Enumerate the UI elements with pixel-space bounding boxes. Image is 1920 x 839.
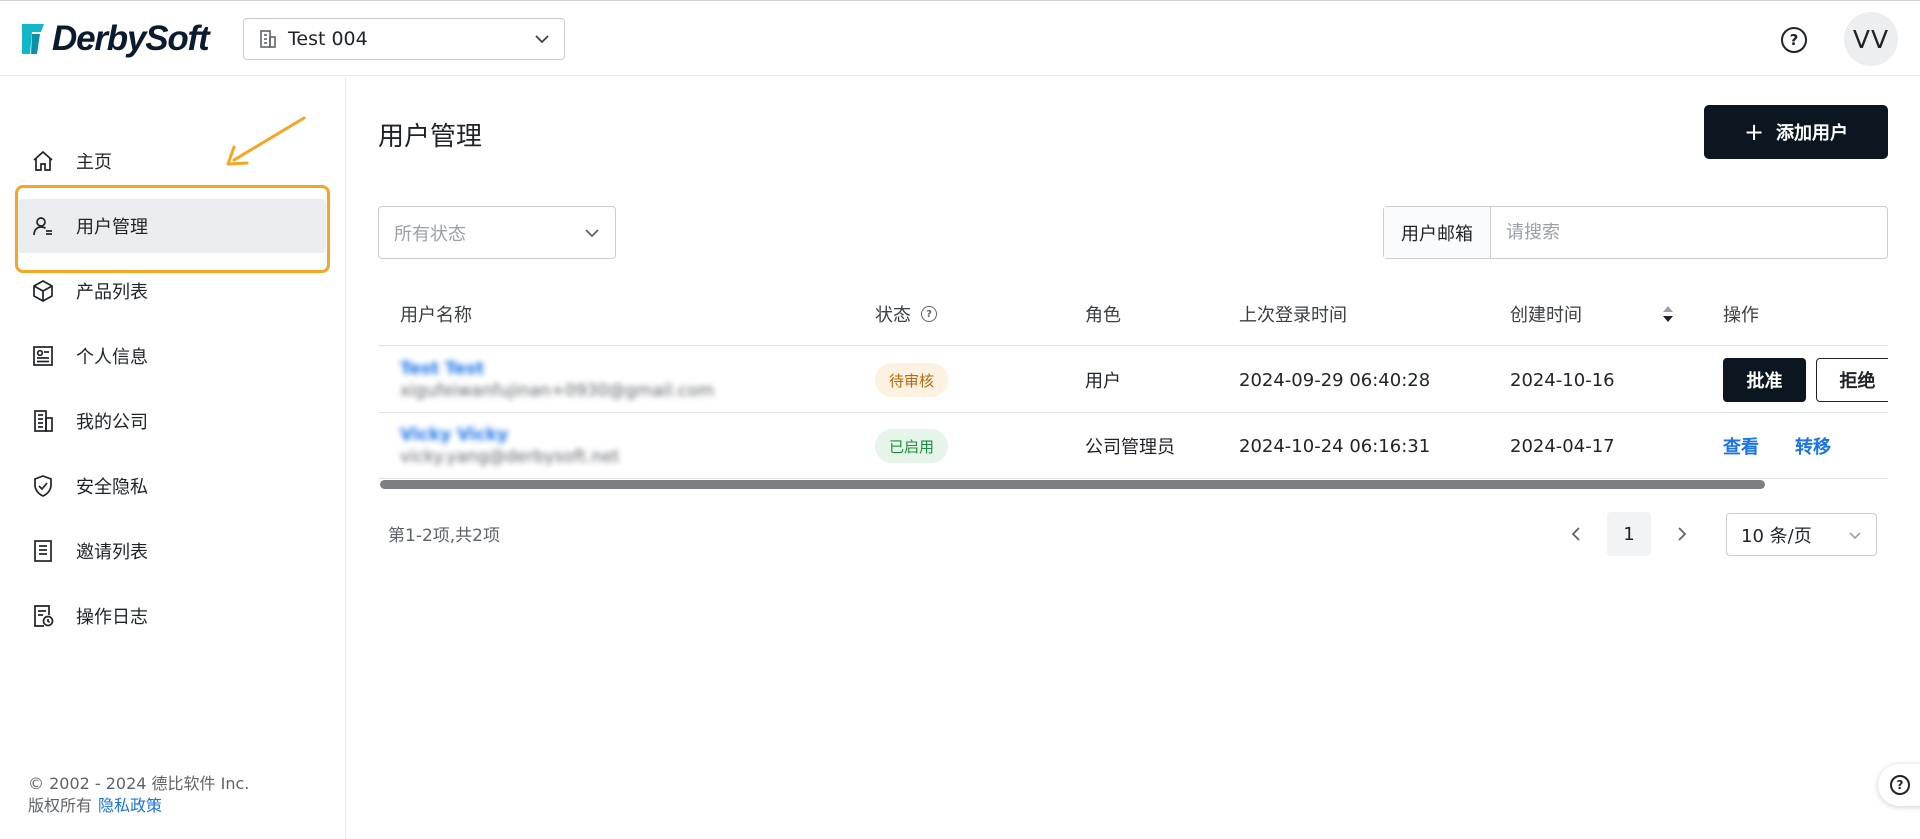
table-horizontal-scrollbar[interactable] (380, 480, 1765, 489)
chevron-left-icon[interactable] (1564, 520, 1588, 548)
home-icon (30, 148, 56, 174)
search-input[interactable] (1491, 207, 1887, 258)
column-header-name: 用户名称 (400, 305, 472, 326)
sidebar-item-label: 用户管理 (76, 217, 148, 238)
help-icon[interactable]: ? (921, 306, 937, 322)
column-header-created[interactable]: 创建时间 (1510, 282, 1582, 346)
users-table: 用户名称 状态 ? 角色 上次登录时间 创建时间 操作 Test Test xi… (378, 282, 1888, 488)
floating-help-button[interactable]: ? (1878, 764, 1920, 806)
last-login-cell: 2024-10-24 06:16:31 (1239, 435, 1431, 457)
actions-cell: 批准 拒绝 (1723, 347, 1888, 413)
user-email: xigufeiwanfujinan+0930@gmail.com (400, 381, 715, 401)
shield-check-icon (30, 473, 56, 499)
user-name-cell: Vicky Vicky vicky.yang@derbysoft.net (400, 413, 619, 479)
profile-card-icon (30, 343, 56, 369)
sidebar-item-operation-log[interactable]: 操作日志 (18, 589, 326, 643)
sidebar-item-label: 主页 (76, 152, 112, 173)
table-row: Test Test xigufeiwanfujinan+0930@gmail.c… (378, 347, 1888, 413)
user-name-link[interactable]: Vicky Vicky (400, 425, 508, 445)
column-header-last-login: 上次登录时间 (1239, 305, 1347, 326)
column-header-status-label: 状态 (875, 305, 911, 326)
user-avatar[interactable]: VV (1844, 12, 1898, 66)
add-user-button[interactable]: + 添加用户 (1704, 105, 1888, 159)
search-field-type-label[interactable]: 用户邮箱 (1384, 207, 1491, 258)
help-icon[interactable]: ? (1781, 27, 1807, 53)
user-name-link[interactable]: Test Test (400, 359, 484, 379)
sort-icon[interactable] (1662, 282, 1674, 346)
help-icon: ? (1890, 775, 1910, 795)
page-size-value: 10 条/页 (1741, 525, 1812, 547)
sidebar-item-label: 邀请列表 (76, 542, 148, 563)
table-row: Vicky Vicky vicky.yang@derbysoft.net 已启用… (378, 413, 1888, 479)
table-header: 用户名称 状态 ? 角色 上次登录时间 创建时间 操作 (378, 282, 1888, 346)
sidebar-item-user-management[interactable]: 用户管理 (18, 199, 326, 253)
sidebar-item-label: 安全隐私 (76, 477, 148, 498)
sidebar-item-security[interactable]: 安全隐私 (18, 459, 326, 513)
chevron-down-icon (1848, 524, 1862, 545)
document-list-icon (30, 538, 56, 564)
created-cell: 2024-10-16 (1510, 369, 1615, 391)
logo-text: DerbySoft (52, 19, 210, 58)
status-filter-select[interactable]: 所有状态 (378, 206, 616, 259)
company-select[interactable]: Test 004 (243, 18, 565, 60)
pagination-total: 第1-2项,共2项 (388, 526, 500, 546)
sidebar-item-label: 我的公司 (76, 412, 148, 433)
plus-icon: + (1743, 118, 1765, 146)
page-title: 用户管理 (378, 122, 483, 152)
status-badge: 已启用 (875, 429, 949, 463)
email-search-group: 用户邮箱 (1383, 206, 1888, 259)
sidebar-item-label: 个人信息 (76, 347, 148, 368)
sidebar: 主页 用户管理 产品列表 个人信息 我的公司 安全隐私 邀请列表 操作日志 © … (0, 77, 346, 839)
sidebar-item-label: 产品列表 (76, 282, 148, 303)
building-icon (30, 408, 56, 434)
top-header: DerbySoft Test 004 ? VV (0, 0, 1920, 76)
approve-button[interactable]: 批准 (1723, 358, 1806, 402)
copyright-text: © 2002 - 2024 德比软件 Inc. (28, 774, 250, 793)
reject-button[interactable]: 拒绝 (1816, 358, 1888, 402)
chevron-down-icon (534, 34, 550, 44)
sidebar-footer: © 2002 - 2024 德比软件 Inc. 版权所有 隐私政策 (28, 773, 249, 817)
privacy-policy-link[interactable]: 隐私政策 (98, 796, 162, 815)
derbysoft-logo-icon (22, 24, 44, 54)
user-name-cell: Test Test xigufeiwanfujinan+0930@gmail.c… (400, 347, 714, 413)
help-glyph: ? (1789, 31, 1799, 49)
add-user-label: 添加用户 (1776, 123, 1849, 144)
box-icon (30, 278, 56, 304)
building-icon (258, 29, 278, 49)
created-cell: 2024-04-17 (1510, 435, 1615, 457)
column-header-actions: 操作 (1723, 305, 1759, 326)
pagination-page-current[interactable]: 1 (1607, 512, 1651, 556)
chevron-right-icon[interactable] (1670, 520, 1694, 548)
page-size-select[interactable]: 10 条/页 (1726, 513, 1877, 556)
sidebar-item-home[interactable]: 主页 (18, 134, 326, 188)
transfer-link[interactable]: 转移 (1795, 433, 1831, 459)
status-badge: 待审核 (875, 363, 949, 397)
sidebar-item-my-company[interactable]: 我的公司 (18, 394, 326, 448)
derbysoft-logo[interactable]: DerbySoft (20, 19, 210, 59)
role-cell: 公司管理员 (1085, 437, 1175, 458)
role-cell: 用户 (1085, 371, 1121, 392)
rights-text: 版权所有 (28, 796, 93, 815)
sidebar-item-label: 操作日志 (76, 607, 148, 628)
actions-cell: 查看 转移 (1723, 413, 1831, 479)
last-login-cell: 2024-09-29 06:40:28 (1239, 369, 1431, 391)
sidebar-item-products[interactable]: 产品列表 (18, 264, 326, 318)
status-filter-placeholder: 所有状态 (394, 223, 466, 245)
chevron-down-icon (584, 223, 600, 242)
sidebar-item-invitations[interactable]: 邀请列表 (18, 524, 326, 578)
log-clock-icon (30, 603, 56, 629)
sidebar-item-profile[interactable]: 个人信息 (18, 329, 326, 383)
avatar-initials: VV (1852, 24, 1890, 54)
column-header-status: 状态 ? (875, 282, 937, 346)
column-header-role: 角色 (1085, 305, 1121, 326)
view-link[interactable]: 查看 (1723, 433, 1759, 459)
user-manage-icon (30, 213, 56, 239)
user-email: vicky.yang@derbysoft.net (400, 447, 620, 467)
status-cell: 已启用 (875, 413, 949, 479)
status-cell: 待审核 (875, 347, 949, 413)
company-select-value: Test 004 (288, 28, 368, 50)
